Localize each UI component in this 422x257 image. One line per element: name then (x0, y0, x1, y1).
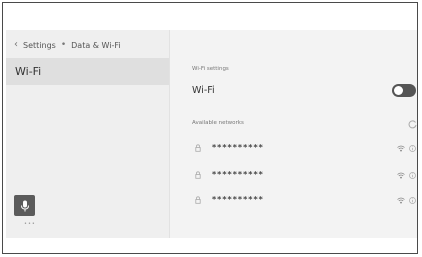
network-ssid: ********** (212, 143, 264, 152)
breadcrumb: ‹ Settings • Data & Wi-Fi (14, 39, 121, 51)
main-panel: Wi-Fi settings Wi-Fi Available networks … (170, 30, 417, 238)
microphone-button[interactable] (14, 195, 35, 216)
network-row[interactable]: ********** (192, 170, 417, 184)
wifi-toggle-switch[interactable] (392, 84, 416, 97)
sidebar: ‹ Settings • Data & Wi-Fi Wi-Fi ••• (6, 30, 170, 238)
lock-icon (195, 196, 201, 204)
breadcrumb-data-wifi: Data & Wi-Fi (71, 40, 121, 50)
toggle-knob (394, 86, 403, 95)
info-icon[interactable] (409, 145, 416, 152)
wifi-signal-icon (397, 145, 405, 152)
microphone-icon (20, 200, 29, 211)
network-row[interactable]: ********** (192, 195, 417, 209)
network-ssid: ********** (212, 195, 264, 204)
wifi-toggle-row[interactable]: Wi-Fi (192, 84, 417, 100)
network-row[interactable]: ********** (192, 143, 417, 157)
lock-icon (195, 171, 201, 179)
breadcrumb-settings[interactable]: Settings (23, 41, 56, 50)
info-icon[interactable] (409, 172, 416, 179)
network-ssid: ********** (212, 170, 264, 179)
wifi-signal-icon (397, 197, 405, 204)
info-icon[interactable] (409, 197, 416, 204)
available-networks-header: Available networks (192, 120, 244, 126)
breadcrumb-separator: • (60, 40, 67, 50)
wifi-settings-header: Wi-Fi settings (192, 66, 229, 72)
sidebar-item-label: Wi-Fi (15, 65, 42, 78)
window-frame: ‹ Settings • Data & Wi-Fi Wi-Fi ••• Wi-F… (2, 2, 418, 254)
back-chevron-icon[interactable]: ‹ (14, 40, 18, 50)
refresh-icon[interactable] (408, 120, 417, 132)
settings-screen: ‹ Settings • Data & Wi-Fi Wi-Fi ••• Wi-F… (6, 30, 417, 238)
lock-icon (195, 144, 201, 152)
sidebar-item-wifi[interactable]: Wi-Fi (6, 58, 169, 85)
wifi-label: Wi-Fi (192, 85, 215, 96)
mic-indicator: ••• (24, 221, 36, 227)
wifi-signal-icon (397, 172, 405, 179)
